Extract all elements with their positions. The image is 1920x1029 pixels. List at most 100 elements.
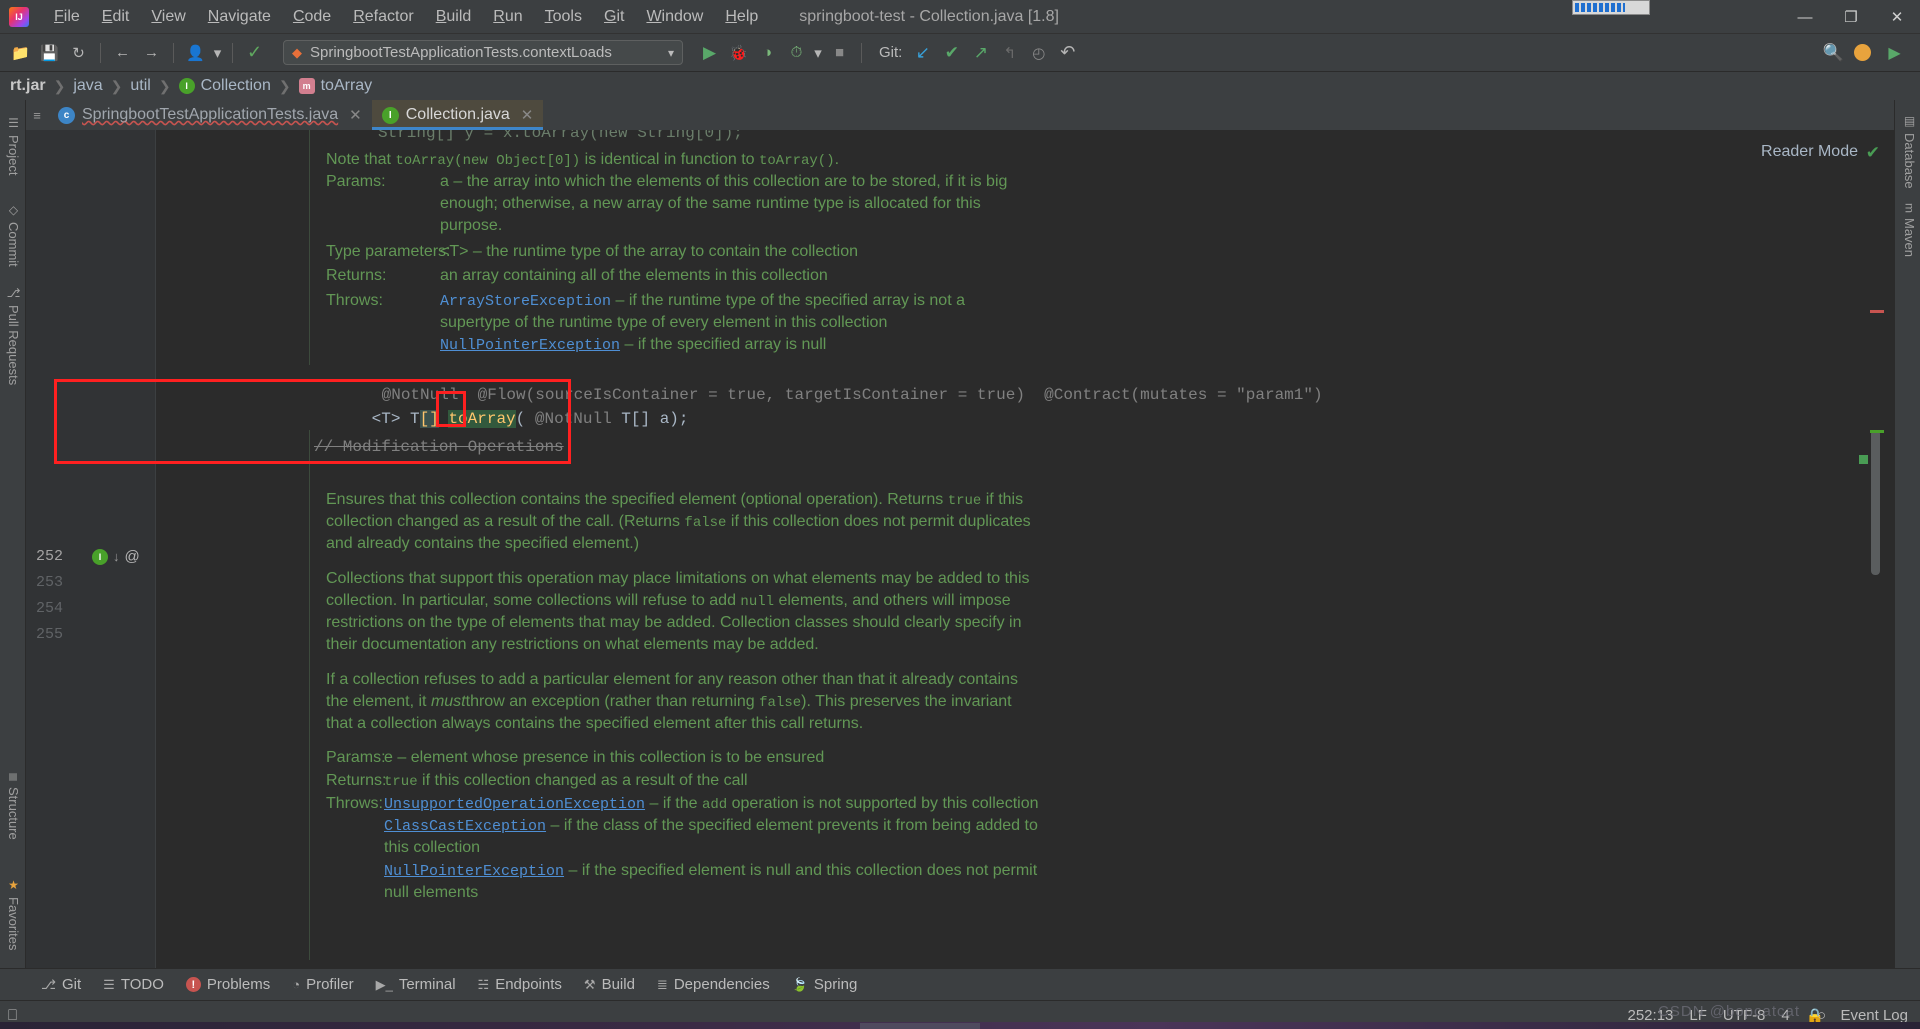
exception-link-nullpointerexception-2[interactable]: NullPointerException: [384, 863, 564, 880]
tab-springboot-test-application-tests[interactable]: c SpringbootTestApplicationTests.java ✕: [48, 100, 372, 130]
bottom-window-git[interactable]: ⎇ Git: [30, 973, 92, 996]
code-editor[interactable]: 252 253 254 255 I ↓ @ Reader Mode ✔ Stri…: [26, 130, 1894, 968]
doc-inline-code: true: [947, 493, 982, 509]
bottom-window-dependencies[interactable]: ≣ Dependencies: [646, 973, 781, 996]
method-name[interactable]: toArray: [448, 410, 516, 428]
doc-text: Ensures that this collection contains th…: [326, 491, 948, 508]
exception-link-unsupportedoperationexception[interactable]: UnsupportedOperationException: [384, 796, 645, 813]
interface-icon: I: [178, 78, 195, 94]
bottom-window-endpoints[interactable]: ☵ Endpoints: [467, 973, 573, 996]
editor-scrollbar-thumb[interactable]: [1871, 430, 1880, 575]
implemented-method-icon[interactable]: I: [92, 548, 108, 565]
sidebar-item-structure[interactable]: ≣ Structure: [2, 764, 25, 848]
minimize-button[interactable]: —: [1782, 0, 1828, 34]
maximize-button[interactable]: ❐: [1828, 0, 1874, 34]
menu-file[interactable]: FFileile: [43, 4, 91, 30]
breadcrumb-item-java[interactable]: java: [73, 77, 102, 95]
menu-view[interactable]: View: [140, 4, 196, 30]
doc-add-paragraph2-line1: Collections that support this operation …: [326, 570, 1030, 587]
bottom-window-terminal[interactable]: ▶_ Terminal: [365, 973, 467, 996]
bottom-window-build[interactable]: ⚒ Build: [573, 973, 646, 996]
editor-gutter[interactable]: 252 253 254 255 I ↓ @: [26, 130, 156, 968]
toggle-toolwindows-icon[interactable]: ⎕: [8, 1007, 17, 1024]
doc-text: – if the: [645, 795, 702, 812]
implement-arrow-icon[interactable]: ↓: [113, 549, 120, 564]
run-icon[interactable]: ▶: [696, 40, 723, 66]
git-update-project-icon[interactable]: ↙: [909, 40, 936, 66]
close-icon[interactable]: ✕: [521, 106, 534, 124]
menu-refactor[interactable]: Refactor: [342, 4, 424, 30]
sidebar-item-project[interactable]: ☰ Project: [2, 108, 25, 183]
param-annotation-notnull[interactable]: @NotNull: [535, 410, 612, 428]
exception-link-arraystoreexception[interactable]: ArrayStoreException: [440, 293, 611, 310]
code-fold-marker-icon[interactable]: [1859, 455, 1868, 464]
doc-text: ). This preserves the invariant: [801, 693, 1012, 710]
menu-help[interactable]: Help: [714, 4, 769, 30]
git-commit-icon[interactable]: ✔: [938, 40, 965, 66]
bottom-window-spring[interactable]: 🍃 Spring: [781, 973, 869, 996]
menu-window[interactable]: Window: [635, 4, 714, 30]
sidebar-item-database[interactable]: ▤ Database: [1898, 106, 1920, 197]
menu-run[interactable]: Run: [482, 4, 533, 30]
profile-run-chevron-down-icon[interactable]: ▾: [812, 40, 824, 66]
doc-add-paragraph1-line3: and already contains the specified eleme…: [326, 535, 640, 552]
sidebar-item-maven[interactable]: m Maven: [1898, 195, 1920, 265]
annotation-gutter-icon[interactable]: @: [125, 548, 140, 565]
navigate-back-icon[interactable]: ←: [109, 40, 136, 66]
line-number: 252: [35, 548, 63, 565]
run-configuration-selector[interactable]: ◆ SpringbootTestApplicationTests.context…: [283, 40, 683, 65]
menu-build[interactable]: Build: [425, 4, 483, 30]
terminal-icon: ▶_: [375, 976, 393, 992]
exception-link-classcastexception[interactable]: ClassCastException: [384, 818, 546, 835]
menu-edit[interactable]: Edit: [91, 4, 141, 30]
open-folder-icon[interactable]: 📁: [7, 40, 34, 66]
exception-link-nullpointerexception[interactable]: NullPointerException: [440, 337, 620, 354]
doc-params-value-line1: a – the array into which the elements of…: [440, 173, 1008, 190]
bottom-window-problems[interactable]: ! Problems: [175, 973, 281, 996]
sync-icon[interactable]: ↻: [65, 40, 92, 66]
debug-icon[interactable]: 🐞: [725, 40, 752, 66]
menu-git[interactable]: Git: [593, 4, 635, 30]
run-config-chevron-down-icon[interactable]: ▾: [668, 46, 674, 60]
menu-tools[interactable]: Tools: [534, 4, 593, 30]
navigate-forward-icon[interactable]: →: [138, 40, 165, 66]
git-revert-icon[interactable]: ↰: [996, 40, 1023, 66]
menu-navigate[interactable]: Navigate: [197, 4, 282, 30]
git-rollback-icon[interactable]: ↶: [1054, 40, 1081, 66]
build-project-icon[interactable]: ✓: [241, 40, 268, 66]
git-push-icon[interactable]: ↗: [967, 40, 994, 66]
breadcrumb-item-toarray[interactable]: toArray: [321, 77, 373, 95]
doc-text: – if the specified element is null and t…: [564, 862, 1038, 879]
annotation-contract[interactable]: @Contract(mutates = "param1"): [1044, 386, 1322, 404]
user-profile-icon[interactable]: 👤: [182, 40, 209, 66]
doc-text: operation is not supported by this colle…: [727, 795, 1039, 812]
bottom-window-todo[interactable]: ☰ TODO: [92, 973, 175, 996]
close-icon[interactable]: ✕: [349, 106, 362, 124]
doc-throws-entry-line2: supertype of the runtime type of every e…: [440, 314, 888, 331]
run-with-coverage-icon[interactable]: ◑: [754, 40, 781, 66]
ok-marker[interactable]: [1870, 430, 1884, 433]
tab-collection-java[interactable]: I Collection.java ✕: [371, 100, 544, 130]
exception-desc: – if the specified array is null: [620, 336, 827, 353]
sidebar-item-favorites[interactable]: ★ Favorites: [2, 870, 25, 958]
profile-chevron-down-icon[interactable]: ▾: [211, 40, 224, 66]
menu-code[interactable]: Code: [282, 4, 342, 30]
save-icon[interactable]: 💾: [36, 40, 63, 66]
code-with-me-icon[interactable]: ▶: [1881, 40, 1908, 66]
sidebar-item-pull-requests[interactable]: ⎇ Pull Requests: [2, 278, 25, 393]
search-everywhere-icon[interactable]: 🔍: [1820, 40, 1847, 66]
error-marker[interactable]: [1870, 310, 1884, 313]
breadcrumb-item-collection[interactable]: Collection: [201, 77, 271, 95]
breadcrumb-item-rtjar[interactable]: rt.jar: [10, 77, 46, 95]
bottom-window-label: Problems: [206, 976, 271, 993]
close-button[interactable]: ✕: [1874, 0, 1920, 34]
profile-run-icon[interactable]: ⏱: [783, 40, 810, 66]
notifications-icon[interactable]: [1849, 40, 1876, 66]
bottom-window-profiler[interactable]: ◔ Profiler: [281, 973, 364, 996]
sidebar-item-commit[interactable]: ◇ Commit: [2, 195, 25, 275]
tab-list-icon[interactable]: ≡: [26, 100, 48, 130]
stop-icon[interactable]: ■: [826, 40, 853, 66]
doc-text: if this collection changed as a result o…: [417, 772, 748, 789]
breadcrumb-item-util[interactable]: util: [130, 77, 150, 95]
git-history-icon[interactable]: ◴: [1025, 40, 1052, 66]
